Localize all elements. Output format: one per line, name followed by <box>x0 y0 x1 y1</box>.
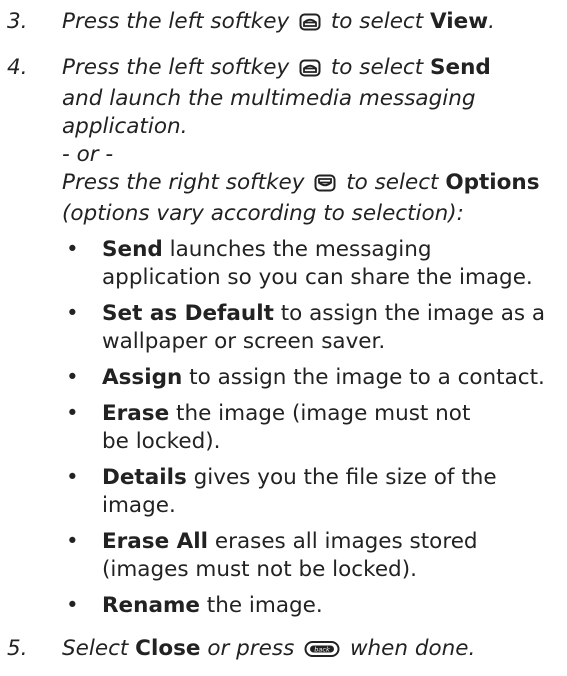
step-text: Press the left softkey <box>62 55 290 80</box>
list-item: Send launches the messaging application s… <box>62 236 567 292</box>
step-text: to select <box>330 9 424 34</box>
option-desc: application so you can share the image. <box>102 265 533 290</box>
punctuation: . <box>488 9 495 34</box>
back-key-icon: back <box>304 638 340 666</box>
options-list: Send launches the messaging application s… <box>62 236 567 620</box>
step-text: when done. <box>349 636 476 661</box>
list-item: Erase All erases all images stored (image… <box>62 528 567 584</box>
step-text: to select <box>346 170 439 195</box>
right-softkey-icon <box>314 172 336 200</box>
option-name: Assign <box>102 365 183 390</box>
list-item: Set as Default to assign the image as a w… <box>62 300 567 356</box>
option-name: Send <box>102 237 163 262</box>
step-text: Select <box>62 636 129 661</box>
option-desc: the image (image must not <box>176 401 471 426</box>
option-name: Erase <box>102 401 170 426</box>
option-desc: gives you the file size of the <box>193 465 497 490</box>
option-name: Rename <box>102 593 200 618</box>
step-text: (options vary according to selection): <box>62 201 464 226</box>
left-softkey-icon <box>299 11 321 39</box>
option-name: Set as Default <box>102 301 274 326</box>
option-desc: erases all images stored <box>214 529 478 554</box>
step-text: Press the left softkey <box>62 9 290 34</box>
list-item: Rename the image. <box>62 592 567 620</box>
option-desc: the image. <box>206 593 323 618</box>
list-item: Erase the image (image must not be locked… <box>62 400 567 456</box>
option-name: Erase All <box>102 529 209 554</box>
option-name: Details <box>102 465 187 490</box>
or-separator: - or - <box>62 142 114 167</box>
step-text: and launch the multimedia messaging <box>62 86 476 111</box>
back-key-label: back <box>314 645 330 653</box>
option-desc: be locked). <box>102 429 221 454</box>
bold-term: Send <box>430 55 491 80</box>
step-number: 4. <box>7 55 28 80</box>
step-text: or press <box>207 636 295 661</box>
step-text: Press the right softkey <box>62 170 305 195</box>
step-number: 5. <box>7 636 28 661</box>
list-item: Assign to assign the image to a contact. <box>62 364 567 392</box>
bold-term: View <box>430 9 489 34</box>
bold-term: Close <box>135 636 201 661</box>
option-desc: to assign the image as a <box>280 301 546 326</box>
manual-page: 3. Press the left softkey to select View… <box>0 0 567 676</box>
step-text: to select <box>330 55 424 80</box>
option-desc: to assign the image to a contact. <box>189 365 545 390</box>
list-item: Details gives you the file size of the im… <box>62 464 567 520</box>
option-desc: image. <box>102 493 176 518</box>
option-desc: launches the messaging <box>169 237 432 262</box>
step-number: 3. <box>7 9 28 34</box>
step-text: application. <box>62 114 188 139</box>
option-desc: (images must not be locked). <box>102 557 417 582</box>
bold-term: Options <box>445 170 540 195</box>
left-softkey-icon <box>299 57 321 85</box>
option-desc: wallpaper or screen saver. <box>102 329 386 354</box>
